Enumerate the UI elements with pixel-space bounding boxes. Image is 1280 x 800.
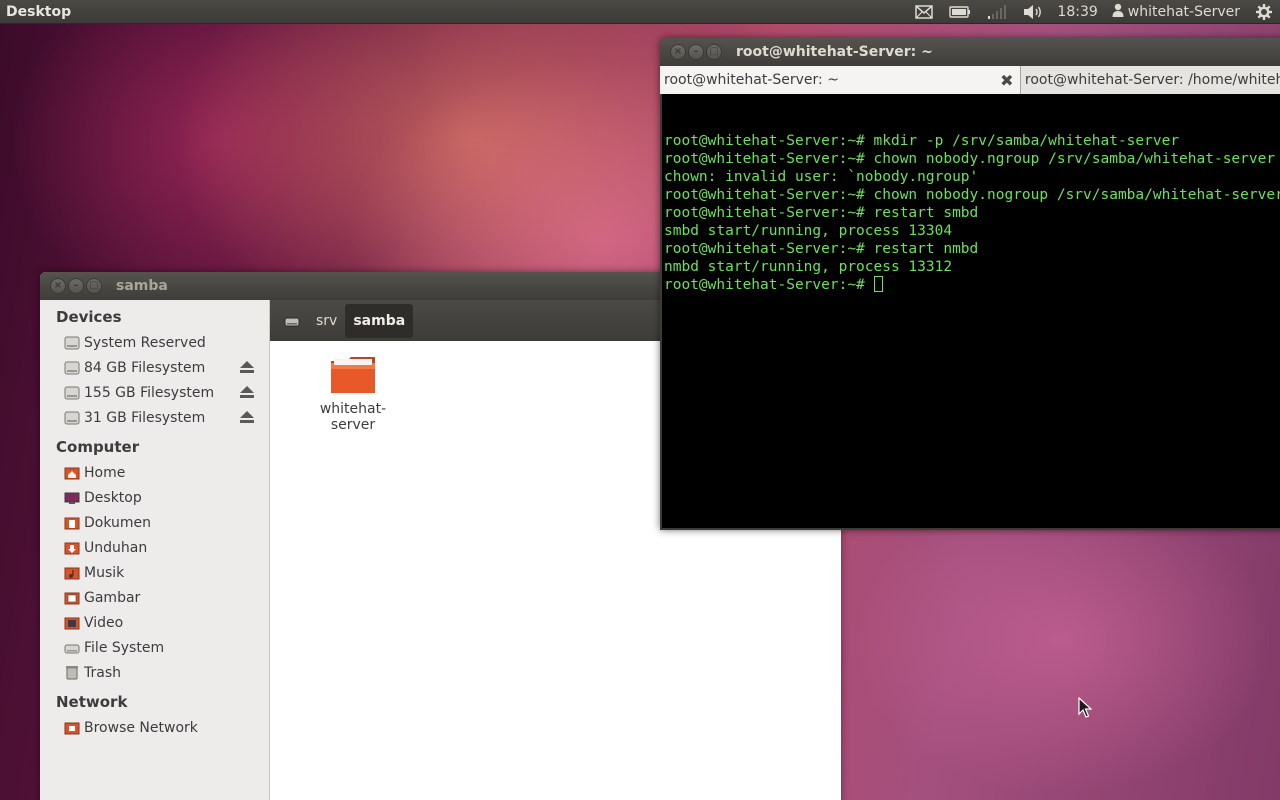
sidebar-item-desktop[interactable]: Desktop [40,485,269,510]
sidebar-item-dokumen[interactable]: Dokumen [40,510,269,535]
clock[interactable]: 18:39 [1051,0,1103,24]
panel-app-title: Desktop [6,3,72,20]
terminal-output[interactable]: root@whitehat-Server:~# mkdir -p /srv/sa… [662,94,1280,528]
terminal-line: root@whitehat-Server:~# restart nmbd [664,241,979,257]
drive-icon [64,410,80,426]
tab-label: root@whitehat-Server: /home/whitehat [1024,72,1280,88]
battery-icon[interactable] [941,0,979,24]
text-cursor [873,276,883,292]
sidebar-item-84gb[interactable]: 84 GB Filesystem [40,355,269,380]
filesystem-icon [64,640,80,656]
sidebar-item-file-system[interactable]: File System [40,635,269,660]
terminal-titlebar[interactable]: × – □ root@whitehat-Server: ~ [660,38,1280,66]
terminal-line: root@whitehat-Server:~# chown nobody.ngr… [664,151,1276,167]
sidebar-item-label: File System [84,639,165,656]
breadcrumb-samba[interactable]: samba [345,303,414,338]
drive-icon [64,360,80,376]
network-signal-icon[interactable] [979,0,1015,24]
terminal-tabbar: root@whitehat-Server: ~ ✖ root@whitehat-… [660,66,1280,94]
breadcrumb-srv[interactable]: srv [308,304,345,338]
documents-folder-icon [64,515,80,531]
terminal-line: chown: invalid user: `nobody.ngroup' [664,169,979,185]
breadcrumb-root-drive-icon[interactable] [276,304,308,338]
top-panel: Desktop 18:39 whitehat-Server [0,0,1280,24]
sidebar-item-label: Dokumen [84,514,152,531]
sidebar-item-label: 84 GB Filesystem [84,359,206,376]
mouse-pointer-icon [1078,696,1093,723]
home-folder-icon [64,465,80,481]
eject-icon[interactable] [239,410,255,428]
sidebar-item-label: Browse Network [84,719,198,736]
terminal-line: root@whitehat-Server:~# mkdir -p /srv/sa… [664,133,1180,149]
sidebar-item-label: 155 GB Filesystem [84,384,215,401]
sidebar-item-31gb[interactable]: 31 GB Filesystem [40,405,269,430]
minimize-button[interactable]: – [688,44,704,60]
sidebar-item-155gb[interactable]: 155 GB Filesystem [40,380,269,405]
folder-icon [329,357,377,399]
terminal-line: root@whitehat-Server:~# chown nobody.nog… [664,187,1280,203]
sidebar-item-label: Gambar [84,589,141,606]
user-name: whitehat-Server [1127,3,1240,20]
sidebar-item-label: Musik [84,564,125,581]
folder-name: whitehat-server [319,401,387,433]
sidebar-item-label: System Reserved [84,334,206,351]
tab-label: root@whitehat-Server: ~ [664,72,839,88]
sidebar-item-home[interactable]: Home [40,460,269,485]
sidebar-item-system-reserved[interactable]: System Reserved [40,330,269,355]
network-folder-icon [64,720,80,736]
close-button[interactable]: × [50,278,66,294]
downloads-folder-icon [64,540,80,556]
window-title: samba [116,278,168,294]
sidebar-item-label: Trash [84,664,121,681]
volume-icon[interactable] [1015,0,1051,24]
terminal-line: smbd start/running, process 13304 [664,223,953,239]
sidebar-item-label: Unduhan [84,539,148,556]
drive-icon [64,385,80,401]
maximize-button[interactable]: □ [706,44,722,60]
window-title: root@whitehat-Server: ~ [736,44,933,60]
sidebar-item-label: Home [84,464,126,481]
sidebar-item-gambar[interactable]: Gambar [40,585,269,610]
sidebar-item-musik[interactable]: Musik [40,560,269,585]
close-button[interactable]: × [670,44,686,60]
tab-root-whitehat[interactable]: root@whitehat-Server: /home/whitehat [1020,66,1280,94]
sidebar-item-browse-network[interactable]: Browse Network [40,715,269,740]
eject-icon[interactable] [239,385,255,403]
section-computer: Computer [56,438,140,456]
folder-item[interactable]: whitehat-server [300,355,406,433]
close-tab-icon[interactable]: ✖ [998,71,1016,90]
sidebar-item-unduhan[interactable]: Unduhan [40,535,269,560]
pictures-folder-icon [64,590,80,606]
terminal-line: nmbd start/running, process 13312 [664,259,953,275]
sidebar-item-label: Desktop [84,489,142,506]
trash-icon [64,665,80,681]
music-folder-icon [64,565,80,581]
desktop-icon [64,490,80,506]
places-sidebar: Devices System Reserved 84 GB Filesystem… [40,300,270,800]
tab-root-home[interactable]: root@whitehat-Server: ~ ✖ [660,66,1021,94]
user-menu[interactable]: whitehat-Server [1104,3,1248,21]
sidebar-item-label: 31 GB Filesystem [84,409,206,426]
drive-icon [64,335,80,351]
maximize-button[interactable]: □ [86,278,102,294]
sidebar-item-label: Video [84,614,124,631]
sidebar-item-video[interactable]: Video [40,610,269,635]
eject-icon[interactable] [239,360,255,378]
indicator-area: 18:39 whitehat-Server [907,0,1280,24]
sidebar-item-trash[interactable]: Trash [40,660,269,685]
minimize-button[interactable]: – [68,278,84,294]
terminal-prompt: root@whitehat-Server:~# [664,277,874,293]
videos-folder-icon [64,615,80,631]
section-network: Network [56,693,128,711]
terminal-window: × – □ root@whitehat-Server: ~ root@white… [660,38,1280,530]
gear-icon[interactable] [1248,0,1280,24]
user-icon [1112,3,1124,21]
mail-icon[interactable] [907,0,941,24]
terminal-line: root@whitehat-Server:~# restart smbd [664,205,979,221]
terminal-prompt-line[interactable]: root@whitehat-Server:~# [664,276,1280,294]
section-devices: Devices [56,308,122,326]
